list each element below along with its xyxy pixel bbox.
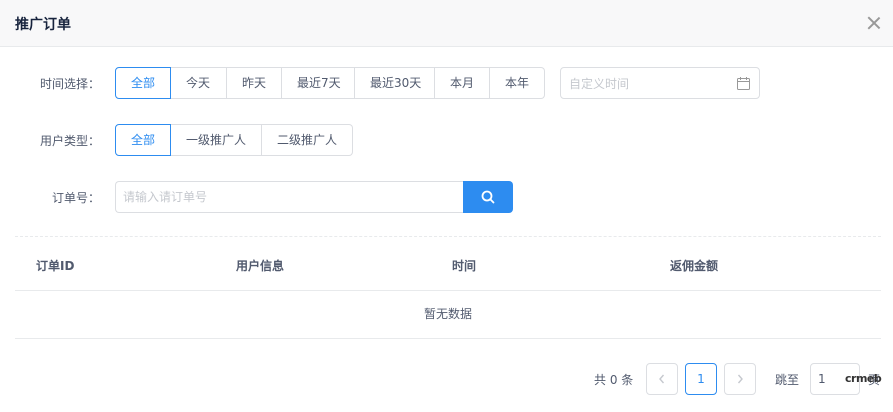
user-type-all[interactable]: 全部	[115, 124, 171, 156]
search-button[interactable]	[463, 181, 513, 213]
column-order-id: 订单ID	[36, 259, 75, 273]
order-search	[115, 181, 513, 213]
time-option-yesterday[interactable]: 昨天	[227, 67, 282, 99]
user-type-level2[interactable]: 二级推广人	[262, 124, 353, 156]
custom-date-picker[interactable]	[560, 67, 760, 99]
crmeb-watermark-logo: crmeb	[845, 372, 882, 385]
order-number-label: 订单号：	[51, 191, 100, 205]
calendar-icon	[737, 77, 750, 90]
time-option-month[interactable]: 本月	[435, 67, 490, 99]
modal-header: 推广订单	[0, 0, 893, 47]
pagination-total: 共 0 条	[594, 373, 634, 387]
next-page-button[interactable]	[724, 363, 756, 395]
table-header: 订单ID 用户信息 时间 返佣金额	[15, 237, 881, 291]
column-user-info: 用户信息	[236, 259, 285, 273]
time-filter-label: 时间选择：	[39, 77, 100, 91]
orders-table: 订单ID 用户信息 时间 返佣金额 暂无数据	[15, 237, 881, 339]
time-filter-group: 全部 今天 昨天 最近7天 最近30天 本月 本年	[115, 67, 545, 99]
chevron-left-icon	[659, 374, 665, 384]
custom-date-input[interactable]	[569, 76, 729, 92]
column-time: 时间	[452, 259, 477, 273]
close-icon[interactable]	[865, 14, 883, 32]
time-option-year[interactable]: 本年	[490, 67, 545, 99]
search-icon	[481, 190, 495, 204]
page-number-button[interactable]: 1	[685, 363, 717, 395]
table-empty-state: 暂无数据	[15, 291, 881, 339]
jump-label: 跳至	[775, 373, 800, 387]
modal-title: 推广订单	[15, 17, 71, 33]
user-type-level1[interactable]: 一级推广人	[171, 124, 262, 156]
prev-page-button[interactable]	[646, 363, 678, 395]
promotion-orders-modal: 推广订单 时间选择： 全部 今天 昨天 最近7天 最近30天 本月 本年 用户类…	[0, 0, 893, 412]
time-option-all[interactable]: 全部	[115, 67, 171, 99]
time-option-last30[interactable]: 最近30天	[355, 67, 435, 99]
time-option-last7[interactable]: 最近7天	[282, 67, 355, 99]
order-number-input[interactable]	[115, 181, 464, 213]
chevron-right-icon	[737, 374, 743, 384]
user-type-label: 用户类型：	[39, 134, 100, 148]
column-commission: 返佣金额	[670, 259, 719, 273]
time-option-today[interactable]: 今天	[171, 67, 227, 99]
user-type-group: 全部 一级推广人 二级推广人	[115, 124, 353, 156]
